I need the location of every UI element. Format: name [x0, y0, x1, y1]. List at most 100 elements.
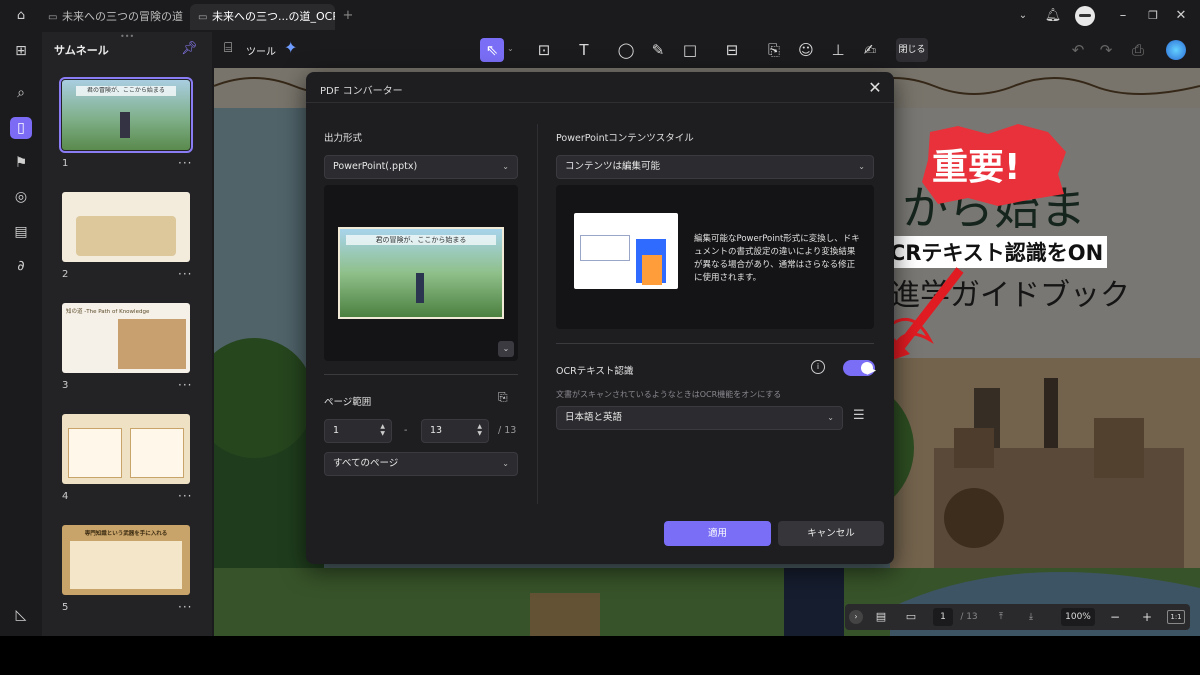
rectangle-icon[interactable]: □ [676, 38, 704, 62]
tab-label: 未来への三つ...の道_OCR [212, 10, 335, 23]
minimize-icon[interactable]: – [1112, 6, 1134, 26]
stepper-icon[interactable]: ▲ ▼ [380, 423, 385, 437]
ai-assistant-icon[interactable] [1166, 40, 1186, 60]
more-options-icon[interactable]: ··· [178, 267, 192, 281]
select-tool-icon[interactable]: ⇖ [480, 38, 504, 62]
thumbnail-page-1[interactable]: 君の冒険が、ここから始まる [59, 77, 193, 153]
comment-icon[interactable]: ◎ [10, 186, 32, 208]
output-format-select[interactable]: PowerPoint(.pptx) ⌄ [324, 155, 518, 179]
home-icon[interactable]: ⌂ [10, 6, 32, 26]
paperclip-icon[interactable]: ∂ [10, 255, 32, 277]
page-from-input[interactable]: 1 ▲ ▼ [324, 419, 392, 443]
stamp-icon[interactable]: ⊥ [824, 38, 852, 62]
thumbnail-page-icon[interactable]: ▯ [10, 117, 32, 139]
pin-icon[interactable]: 📌︎ [181, 41, 198, 56]
ppt-style-select[interactable]: コンテンツは編集可能 ⌄ [556, 155, 874, 179]
ai-sparkle-icon[interactable]: ✦ [284, 38, 297, 57]
chevron-right-icon[interactable]: › [849, 610, 863, 624]
ppt-style-label: PowerPointコンテンツスタイル [556, 133, 694, 144]
more-options-icon[interactable]: ··· [178, 489, 192, 503]
reading-mode-icon[interactable]: ▤ [871, 608, 891, 626]
comment-bubble-icon[interactable]: ◯ [612, 38, 640, 62]
page-subset-select[interactable]: すべてのページ ⌄ [324, 452, 518, 476]
more-options-icon[interactable]: ··· [178, 156, 192, 170]
left-rail: ⊞ ⌕ ▯ ⚑ ◎ ▤ ∂ ◺ [0, 32, 42, 636]
save-icon[interactable]: ⎙ [1124, 38, 1152, 62]
current-page-input[interactable]: 1 [933, 608, 953, 626]
thumbnail-card [68, 428, 122, 478]
preview-figure [416, 273, 424, 303]
thumbnail-card [130, 428, 184, 478]
text-box-icon[interactable]: ⊡ [530, 38, 558, 62]
ocr-settings-icon[interactable]: ☰ [853, 408, 865, 423]
thumbnail-page-4[interactable] [62, 414, 190, 484]
ocr-hint: 文書がスキャンされているようなときはOCR機能をオンにする [556, 390, 782, 399]
range-dash: - [404, 425, 408, 436]
attach-icon[interactable]: ⎘ [760, 38, 788, 62]
ocr-language-select[interactable]: 日本語と英語 ⌄ [556, 406, 843, 430]
thumbnail-page-3[interactable]: 知の道 -The Path of Knowledge [62, 303, 190, 373]
page-number: 1 [62, 158, 69, 169]
attachment-page-icon[interactable]: ▤ [10, 221, 32, 243]
tab-label: 未来への三つの冒険の道 [62, 10, 183, 23]
zoom-in-icon[interactable]: + [1139, 608, 1155, 626]
close-window-icon[interactable]: ✕ [1170, 6, 1192, 26]
text-tool-icon[interactable]: T [570, 38, 598, 62]
settings-panel-icon[interactable]: ◺ [10, 604, 32, 626]
expand-preview-icon[interactable]: ⌄ [498, 341, 514, 357]
tab-document-2[interactable]: ▭未来への三つ...の道_OCR✕ [190, 4, 335, 30]
thumbnail-page-5[interactable]: 専門知識という武器を手に入れる [62, 525, 190, 595]
actual-size-button[interactable]: 1:1 [1167, 610, 1185, 624]
zoom-out-icon[interactable]: − [1107, 608, 1123, 626]
thumbnail-page-2[interactable] [62, 192, 190, 262]
thumbnail-title: 君の冒険が、ここから始まる [76, 86, 176, 96]
page-number: 4 [62, 491, 69, 502]
status-bar: › ▤ ▭ 1 / 13 ⤒ ⤓ 100% − + 1:1 [845, 604, 1190, 630]
tab-document-1[interactable]: ▭ 未来への三つの冒険の道 [40, 4, 188, 30]
signature-icon[interactable]: ✍ [856, 38, 884, 62]
document-tab-icon: ▭ [198, 12, 208, 23]
sticker-icon[interactable]: ☺ [792, 38, 820, 62]
page-to-input[interactable]: 13 ▲ ▼ [421, 419, 489, 443]
mouse-cursor-icon: ➤ [865, 363, 877, 379]
cancel-button[interactable]: キャンセル [778, 521, 884, 546]
chevron-down-icon[interactable]: ⌄ [507, 44, 514, 53]
zoom-input[interactable]: 100% [1061, 608, 1095, 626]
apply-button[interactable]: 適用 [664, 521, 771, 546]
document-tab-icon: ▭ [48, 12, 58, 23]
close-icon[interactable]: ✕ [864, 78, 886, 98]
page-range-settings-icon[interactable]: ⎘ [498, 390, 508, 405]
search-icon[interactable]: ⌕ [10, 82, 32, 104]
thumbnail-title: 専門知識という武器を手に入れる [84, 531, 168, 537]
drag-handle-icon[interactable]: ••• [120, 32, 134, 41]
tools-label[interactable]: ツール [246, 43, 276, 58]
chevron-down-icon[interactable]: ⌄ [1012, 6, 1034, 26]
more-options-icon[interactable]: ··· [178, 378, 192, 392]
chevron-down-icon: ⌄ [502, 459, 509, 468]
pdf-converter-dialog: PDF コンバーター ✕ 出力形式 PowerPoint(.pptx) ⌄ 君の… [306, 72, 894, 564]
last-page-icon[interactable]: ⤓ [1023, 608, 1039, 626]
presentation-icon[interactable]: ▭ [901, 608, 921, 626]
title-bar: ⌂ ▭未来への三つの冒険の道 ▭未来への三つ...の道_OCR✕ + ⌄ 🔔︎ … [0, 0, 1200, 32]
first-page-icon[interactable]: ⤒ [993, 608, 1009, 626]
new-tab-icon[interactable]: + [337, 6, 359, 26]
bell-icon[interactable]: 🔔︎ [1042, 6, 1064, 26]
ocr-language-value: 日本語と英語 [565, 412, 623, 423]
measure-icon[interactable]: ⊟ [718, 38, 746, 62]
page-number: 5 [62, 602, 69, 613]
bookmark-icon[interactable]: ⚑ [10, 152, 32, 174]
grid-icon[interactable]: ⊞ [10, 40, 32, 62]
redo-icon[interactable]: ↷ [1092, 38, 1120, 62]
pen-icon[interactable]: ✎ [644, 38, 672, 62]
more-options-icon[interactable]: ··· [178, 600, 192, 614]
undo-icon[interactable]: ↶ [1064, 38, 1092, 62]
thumbnail-title: 知の道 -The Path of Knowledge [66, 309, 150, 315]
info-icon[interactable]: i [811, 360, 825, 374]
avatar[interactable] [1075, 6, 1095, 26]
restore-icon[interactable]: ❐ [1142, 6, 1164, 26]
close-edit-button[interactable]: 閉じる [896, 38, 928, 62]
stepper-icon[interactable]: ▲ ▼ [477, 423, 482, 437]
ppt-style-value: コンテンツは編集可能 [565, 161, 661, 172]
illustration-textbox [580, 235, 630, 261]
toolbox-icon[interactable]: ⌸ [224, 40, 232, 56]
